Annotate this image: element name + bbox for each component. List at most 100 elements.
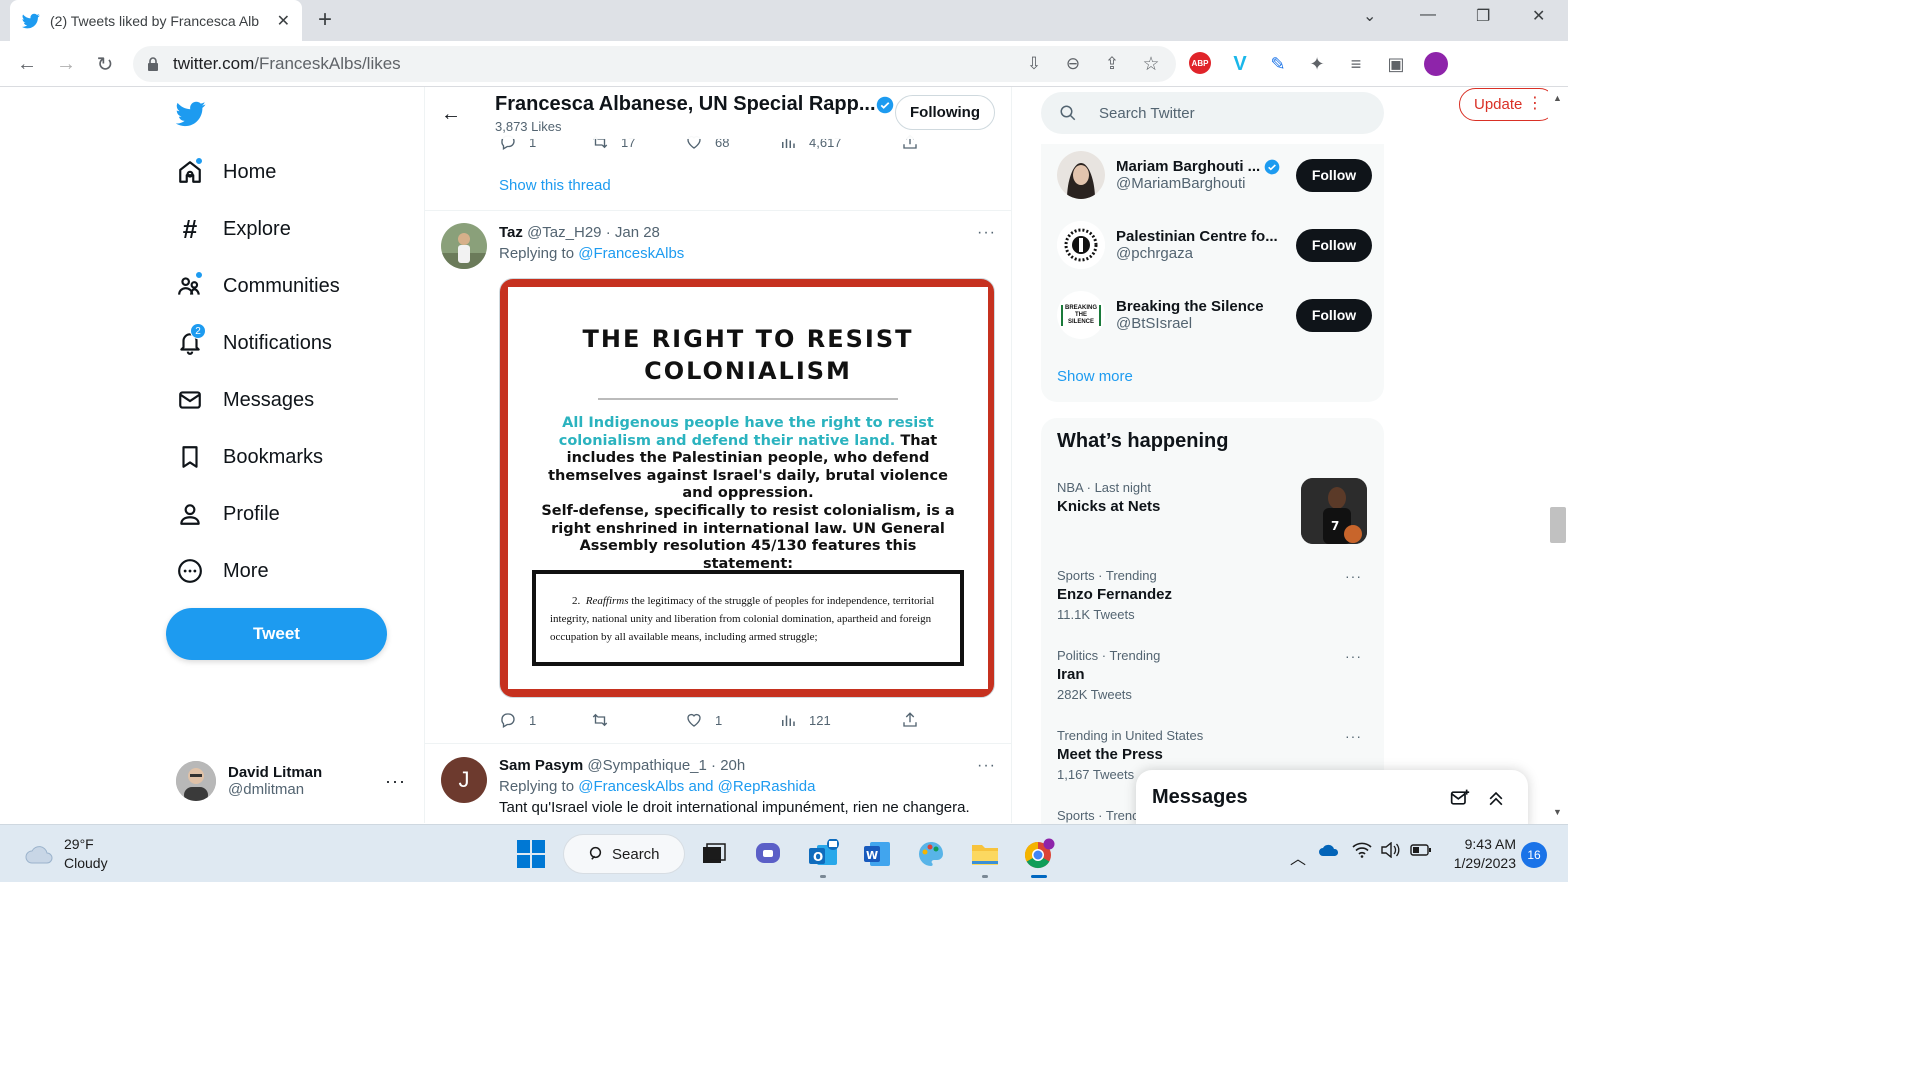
search-input[interactable]: Search Twitter: [1041, 92, 1384, 134]
sidebar-item-home[interactable]: Home: [176, 152, 276, 192]
avatar: [1057, 151, 1105, 199]
account-handle: @dmlitman: [228, 781, 305, 798]
battery-icon[interactable]: [1410, 842, 1432, 861]
wifi-icon[interactable]: [1352, 842, 1372, 861]
follow-suggestion[interactable]: BREAKING THE SILENCE Breaking the Silenc…: [1057, 290, 1372, 340]
trend-item[interactable]: Sports · Trending Enzo Fernandez 11.1K T…: [1057, 568, 1372, 622]
ellipsis-icon[interactable]: ···: [977, 224, 996, 242]
forward-arrow-icon[interactable]: →: [55, 53, 77, 75]
word-icon[interactable]: W: [860, 837, 894, 871]
close-window-button[interactable]: ✕: [1532, 6, 1545, 26]
reply-button[interactable]: 1: [499, 711, 591, 729]
new-message-icon[interactable]: [1450, 788, 1470, 808]
ellipsis-icon[interactable]: ···: [1345, 728, 1362, 744]
windows-start-icon[interactable]: [514, 837, 548, 871]
tweet-avatar[interactable]: [441, 223, 487, 269]
account-name: David Litman: [228, 764, 323, 781]
pen-extension-icon[interactable]: ✎: [1267, 53, 1289, 75]
trend-thumbnail[interactable]: 7: [1301, 478, 1367, 544]
adblock-extension-icon[interactable]: ABP: [1189, 52, 1211, 74]
back-arrow-icon[interactable]: ←: [441, 103, 461, 126]
ellipsis-icon[interactable]: ···: [385, 771, 406, 792]
follow-button[interactable]: Follow: [1296, 158, 1372, 192]
chevron-up-double-icon[interactable]: [1486, 788, 1506, 808]
update-button[interactable]: Update ⋮: [1459, 88, 1556, 121]
taskbar-search[interactable]: Search: [564, 835, 684, 873]
volume-icon[interactable]: [1380, 841, 1400, 861]
restore-button[interactable]: ❐: [1476, 6, 1490, 26]
task-view-icon[interactable]: [697, 837, 731, 871]
ellipsis-icon[interactable]: ···: [1345, 648, 1362, 664]
views-button[interactable]: 121: [779, 711, 901, 729]
follow-suggestion[interactable]: Palestinian Centre fo... @pchrgaza Follo…: [1057, 220, 1372, 270]
tweet-avatar[interactable]: J: [441, 757, 487, 803]
chevron-up-icon[interactable]: ︿: [1290, 845, 1306, 869]
chrome-icon[interactable]: [1022, 837, 1056, 871]
show-thread-link[interactable]: Show this thread: [499, 177, 611, 194]
divider: [598, 398, 898, 400]
tab-title: (2) Tweets liked by Francesca Alb: [50, 12, 260, 29]
follow-button[interactable]: Follow: [1296, 228, 1372, 262]
mention-link[interactable]: @FranceskAlbs: [578, 245, 684, 262]
sidebar-item-profile[interactable]: Profile: [176, 494, 280, 534]
verified-badge-icon: [876, 96, 894, 114]
messages-drawer[interactable]: Messages: [1136, 770, 1528, 830]
tweet-button[interactable]: Tweet: [166, 608, 387, 660]
file-explorer-icon[interactable]: [968, 837, 1002, 871]
following-button[interactable]: Following: [895, 95, 995, 130]
trend-item[interactable]: Politics · Trending Iran 282K Tweets ···: [1057, 648, 1372, 702]
teams-chat-icon[interactable]: [751, 837, 785, 871]
ellipsis-icon[interactable]: ···: [1345, 568, 1362, 584]
tweet-time[interactable]: · Jan 28: [606, 224, 660, 241]
page-scrollbar[interactable]: ▲ ▼: [1548, 87, 1568, 823]
tweet-author-name[interactable]: Sam Pasym: [499, 757, 583, 774]
mention-link[interactable]: @FranceskAlbs and @RepRashida: [578, 778, 815, 795]
sidebar-item-notifications[interactable]: 2 Notifications: [176, 323, 332, 363]
media-queue-icon[interactable]: ≡: [1345, 53, 1367, 75]
sidebar-item-explore[interactable]: # Explore: [176, 209, 291, 249]
tweet-time[interactable]: · 20h: [711, 757, 745, 774]
twitter-logo-icon[interactable]: [176, 101, 206, 127]
outlook-icon[interactable]: O: [806, 837, 840, 871]
vimeo-extension-icon[interactable]: V: [1229, 53, 1251, 75]
ellipsis-icon[interactable]: ···: [977, 757, 996, 775]
tweet-author-handle[interactable]: @Sympathique_1: [587, 757, 706, 774]
notification-count-badge[interactable]: 16: [1521, 842, 1547, 868]
tab-close-icon[interactable]: ✕: [277, 11, 290, 31]
like-button[interactable]: 1: [685, 711, 779, 729]
sidebar-item-more[interactable]: More: [176, 551, 269, 591]
scrollbar-thumb[interactable]: [1550, 507, 1566, 543]
follow-suggestion[interactable]: Mariam Barghouti ... @MariamBarghouti Fo…: [1057, 150, 1372, 200]
tweet-author-handle[interactable]: @Taz_H29: [527, 224, 601, 241]
share-icon[interactable]: ⇪: [1101, 53, 1123, 75]
paint-icon[interactable]: [914, 837, 948, 871]
new-tab-button[interactable]: +: [318, 8, 332, 32]
tweet-author-name[interactable]: Taz: [499, 224, 523, 241]
onedrive-cloud-icon[interactable]: [1318, 842, 1340, 861]
sidebar-item-messages[interactable]: Messages: [176, 380, 314, 420]
browser-tab-active[interactable]: (2) Tweets liked by Francesca Alb ✕: [10, 0, 302, 41]
divider: [425, 743, 1011, 744]
reload-icon[interactable]: ↻: [94, 53, 116, 76]
extensions-puzzle-icon[interactable]: ✦: [1306, 53, 1328, 75]
retweet-button[interactable]: [591, 711, 685, 729]
minimize-button[interactable]: —: [1420, 6, 1436, 24]
back-arrow-icon[interactable]: ←: [16, 53, 38, 75]
address-bar[interactable]: twitter.com/FranceskAlbs/likes: [133, 46, 1176, 82]
account-switcher[interactable]: David Litman @dmlitman ···: [176, 760, 406, 802]
weather-widget[interactable]: 29°F Cloudy: [24, 835, 108, 873]
bookmark-star-icon[interactable]: ☆: [1140, 53, 1162, 75]
scroll-up-icon: ▲: [1553, 93, 1562, 103]
follow-button[interactable]: Follow: [1296, 298, 1372, 332]
system-clock[interactable]: 9:43 AM 1/29/2023: [1446, 835, 1516, 873]
sidebar-item-bookmarks[interactable]: Bookmarks: [176, 437, 323, 477]
share-button[interactable]: [901, 711, 931, 729]
zoom-icon[interactable]: ⊖: [1062, 53, 1084, 75]
tweet-image[interactable]: THE RIGHT TO RESIST COLONIALISM All Indig…: [499, 278, 995, 698]
install-app-icon[interactable]: ⇩: [1023, 53, 1045, 75]
tab-search-chevron-icon[interactable]: ⌄: [1363, 6, 1376, 26]
show-more-link[interactable]: Show more: [1057, 368, 1133, 385]
side-panel-icon[interactable]: ▣: [1385, 53, 1407, 75]
sidebar-item-communities[interactable]: Communities: [176, 266, 340, 306]
profile-avatar-icon[interactable]: [1424, 52, 1448, 76]
